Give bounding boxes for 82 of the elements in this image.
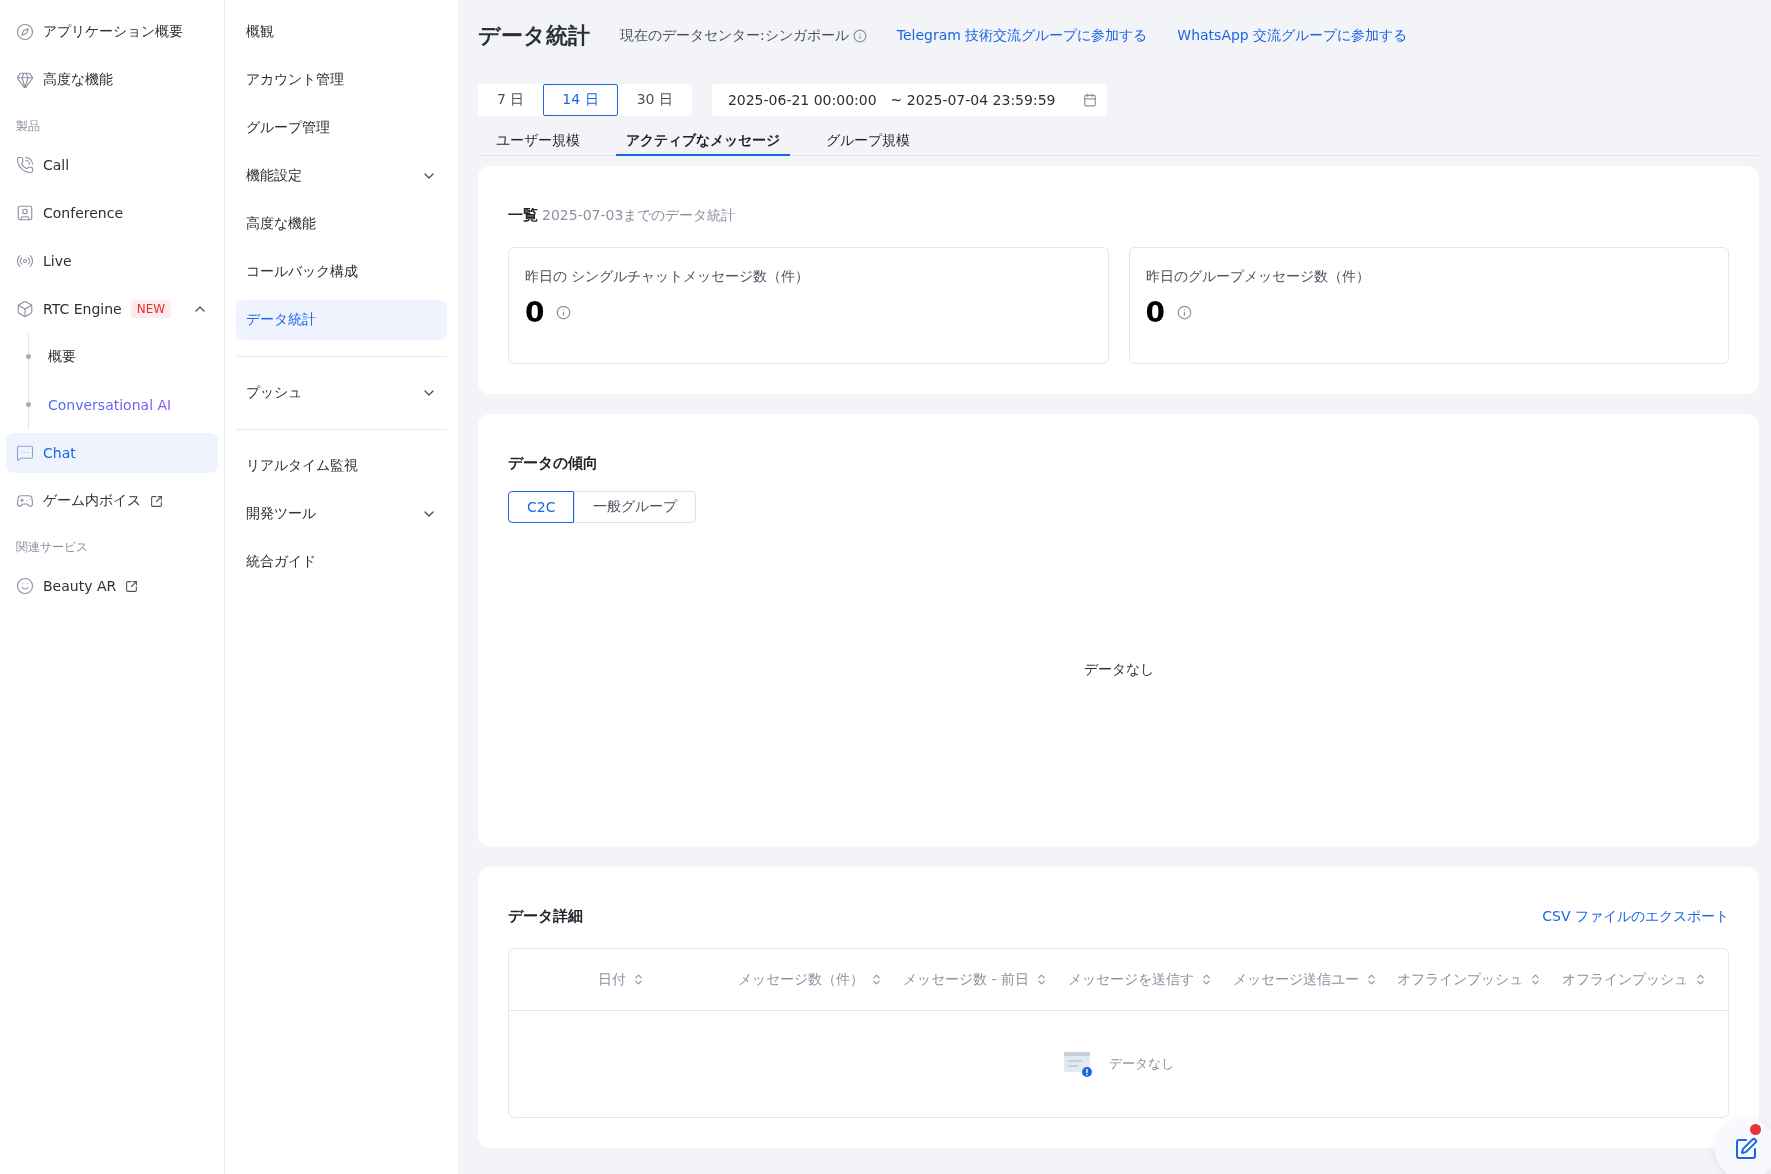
nav-item[interactable]: Call <box>6 145 218 185</box>
menu-label: 概観 <box>246 23 274 41</box>
card-title: データの傾向 <box>508 454 599 473</box>
menu-item[interactable]: リアルタイム監視 <box>236 446 447 486</box>
nav-item[interactable]: Beauty AR <box>6 566 218 606</box>
tab[interactable]: ユーザー規模 <box>486 128 590 156</box>
nav-label: RTC Engine <box>43 301 122 317</box>
compass-icon <box>16 23 34 41</box>
nav-label: Conference <box>43 205 123 221</box>
empty-list-icon <box>1063 1050 1093 1078</box>
nav-subitem[interactable]: 概要 <box>29 333 218 381</box>
card-subtitle: 2025-07-03までのデータ統計 <box>542 207 736 225</box>
empty-message: データなし <box>1109 1055 1174 1073</box>
nav-item[interactable]: Chat <box>6 433 218 473</box>
menu-label: アカウント管理 <box>246 71 344 89</box>
stat-label: 昨日の シングルチャットメッセージ数（件） <box>525 268 811 286</box>
menu-label: 開発ツール <box>246 505 316 523</box>
period-button[interactable]: 14 日 <box>543 84 618 116</box>
chart-type-button[interactable]: 一般グループ <box>574 491 697 523</box>
nav-item[interactable]: アプリケーション概要 <box>6 12 218 52</box>
datacenter-label: 現在のデータセンター:シンガポール <box>620 27 849 45</box>
menu-item[interactable]: 高度な機能 <box>236 204 447 244</box>
nav-label: ゲーム内ボイス <box>43 492 141 510</box>
nav-label: 高度な機能 <box>43 71 113 89</box>
info-icon <box>1177 305 1192 320</box>
nav-label: アプリケーション概要 <box>43 23 183 41</box>
menu-item[interactable]: データ統計 <box>236 300 447 340</box>
menu-label: 統合ガイド <box>246 553 316 571</box>
join-group-link[interactable]: WhatsApp 交流グループに参加する <box>1177 27 1408 45</box>
info-icon <box>852 29 867 43</box>
export-link[interactable]: CSV ファイルのエクスポート <box>1542 908 1729 926</box>
menu-item[interactable]: 機能設定 <box>236 156 447 196</box>
card-title: データ詳細 <box>508 907 583 926</box>
menu-label: データ統計 <box>246 311 316 329</box>
menu-label: 機能設定 <box>246 167 302 185</box>
nav-item[interactable]: RTC Engine NEW <box>6 289 218 329</box>
menu-item[interactable]: 概観 <box>236 12 447 52</box>
smile-icon <box>16 577 34 595</box>
stat-label: 昨日のグループメッセージ数（件） <box>1145 268 1371 286</box>
new-badge: NEW <box>130 300 172 318</box>
join-group-link[interactable]: Telegram 技術交流グループに参加する <box>896 27 1148 45</box>
person-screen-icon <box>16 204 34 222</box>
menu-item[interactable]: 開発ツール <box>236 494 447 534</box>
nav-item[interactable]: ゲーム内ボイス <box>6 481 218 521</box>
nav-item[interactable]: 高度な機能 <box>6 60 218 100</box>
stat-value: 0 <box>525 296 545 329</box>
section-label: 関連サービス <box>15 539 89 556</box>
info-icon <box>556 305 572 320</box>
cube-icon <box>16 300 34 318</box>
chat-icon <box>16 444 34 462</box>
page-title: データ統計 <box>478 22 590 50</box>
gamepad-icon <box>16 492 34 510</box>
menu-item[interactable]: グループ管理 <box>236 108 447 148</box>
phone-icon <box>16 156 34 174</box>
menu-item[interactable]: アカウント管理 <box>236 60 447 100</box>
tab[interactable]: アクティブなメッセージ <box>616 128 790 156</box>
empty-message: データなし <box>1083 661 1154 679</box>
broadcast-icon <box>16 252 34 270</box>
chart-type-button[interactable]: C2C <box>508 491 575 523</box>
feedback-button[interactable] <box>1715 1118 1771 1174</box>
menu-item[interactable]: 統合ガイド <box>236 542 447 582</box>
card-title: 一覧 <box>508 206 538 225</box>
menu-item[interactable]: プッシュ <box>236 373 447 413</box>
menu-label: コールバック構成 <box>246 263 358 281</box>
date-range-field[interactable]: 2025-06-21 00:00:00 ~ 2025-07-04 23:59:59 <box>711 84 1108 116</box>
nav-label: Beauty AR <box>43 578 117 594</box>
menu-label: リアルタイム監視 <box>246 457 358 475</box>
nav-label: Chat <box>43 445 76 461</box>
menu-label: グループ管理 <box>246 119 330 137</box>
nav-label: Live <box>43 253 72 269</box>
menu-label: 高度な機能 <box>246 215 316 233</box>
diamond-icon <box>16 71 34 89</box>
calendar-icon <box>1083 93 1098 107</box>
edit-icon <box>1734 1137 1758 1161</box>
section-label: 製品 <box>15 118 41 135</box>
stat-value: 0 <box>1145 296 1165 329</box>
tab[interactable]: グループ規模 <box>816 128 920 156</box>
nav-item[interactable]: Live <box>6 241 218 281</box>
menu-item[interactable]: コールバック構成 <box>236 252 447 292</box>
nav-item[interactable]: Conference <box>6 193 218 233</box>
menu-label: プッシュ <box>246 384 302 402</box>
nav-label: Call <box>43 157 70 173</box>
